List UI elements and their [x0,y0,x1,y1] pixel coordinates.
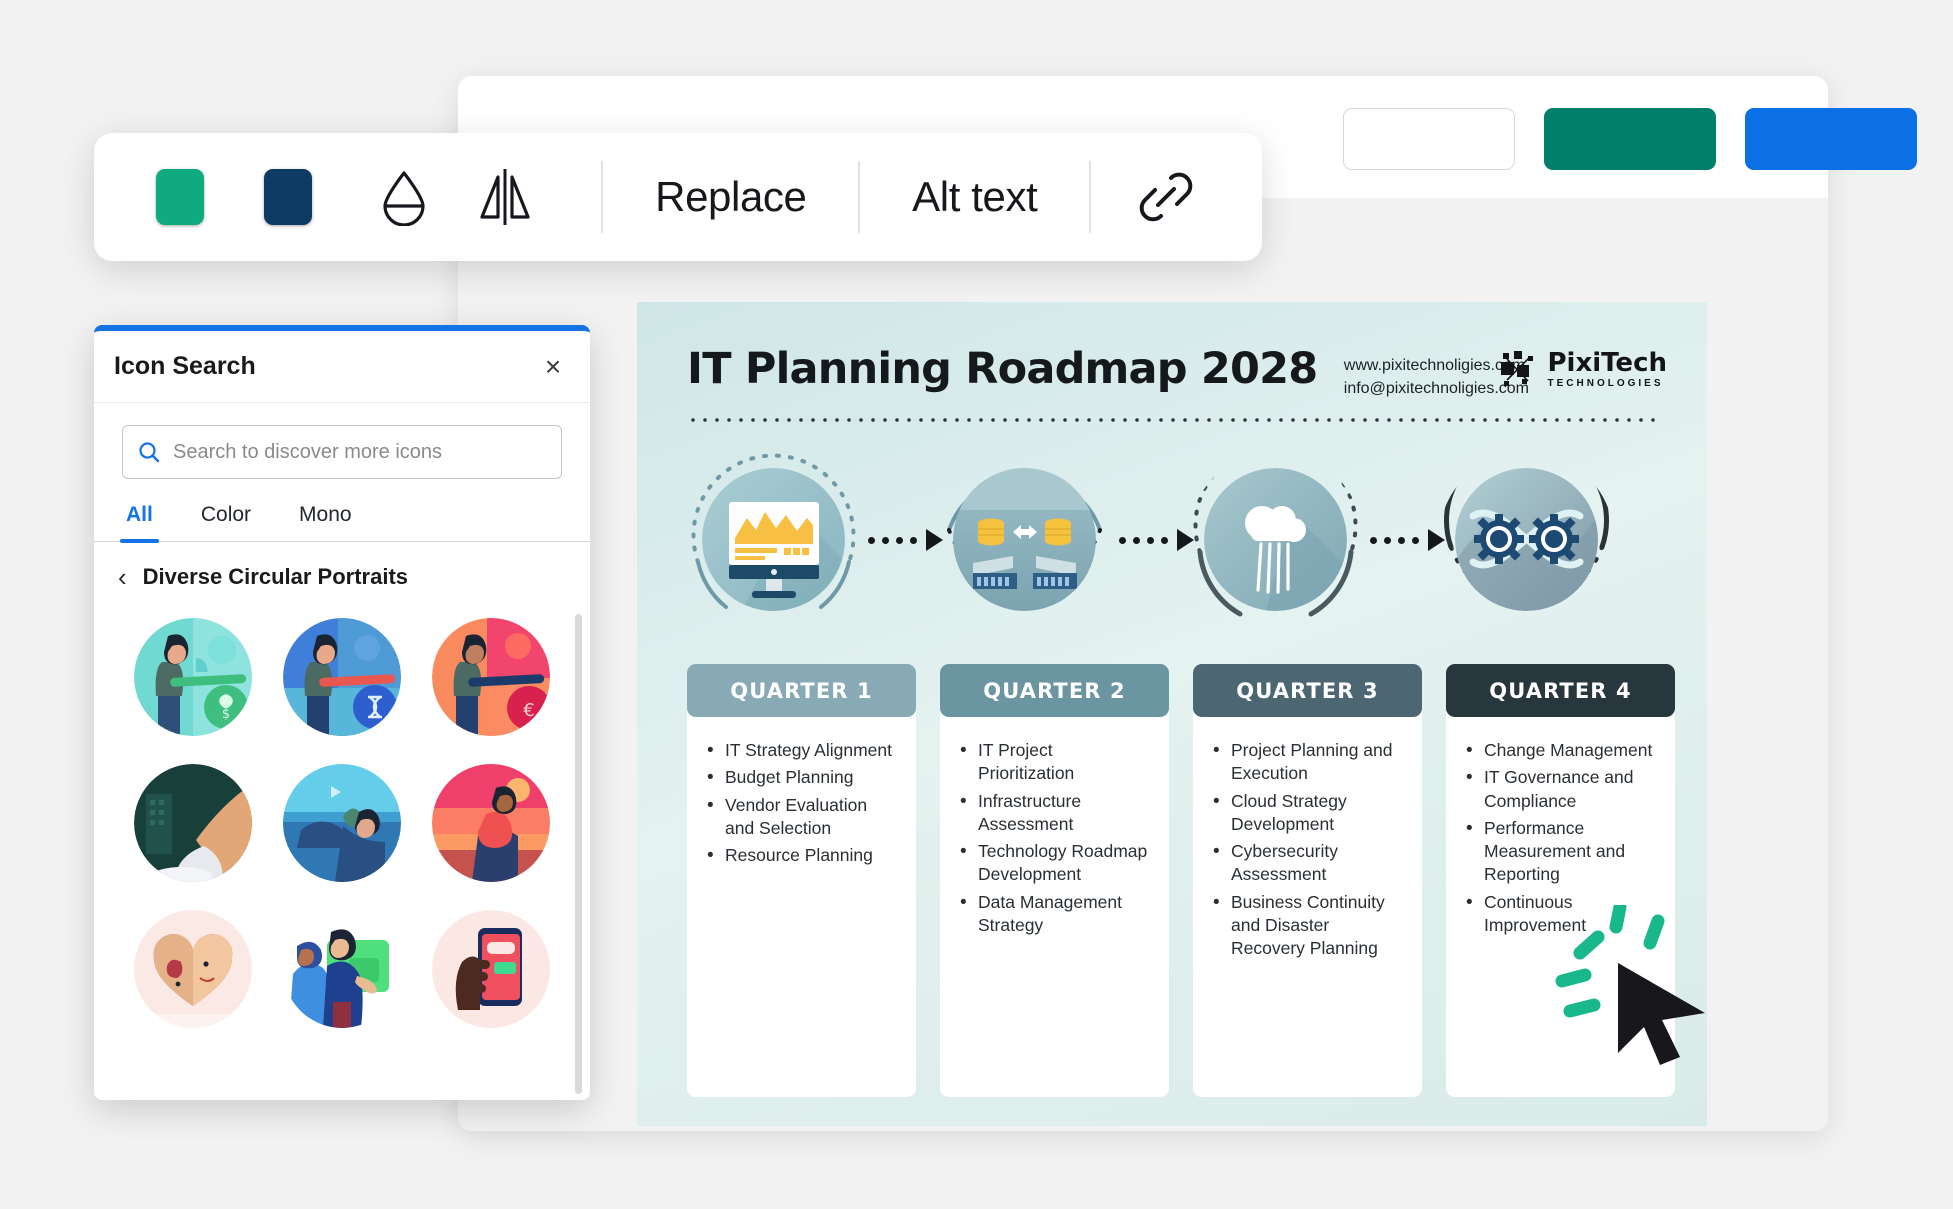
search-input[interactable] [173,440,547,464]
pixitech-logo: PixiTech TECHNOLOGIES [1498,347,1668,390]
icon-result-portrait-heart-faces[interactable] [134,910,253,1028]
arrow-2-3 [1119,529,1199,551]
screen: IT Planning Roadmap 2028 www.pixitechnol… [0,0,1953,1209]
cursor-arrow-icon [1618,963,1705,1065]
share-button[interactable] [1745,108,1917,170]
droplet-icon[interactable] [372,162,437,232]
header-button-group [1343,108,1917,170]
list-item: Business Continuity and Disaster Recover… [1209,890,1406,961]
icon-result-portrait-budget-plant[interactable]: $ [134,618,253,736]
monitor-chart-icon [702,468,845,611]
list-item: Change Management [1462,738,1659,764]
icon-search-title: Icon Search [114,352,256,380]
list-item: Project Planning and Execution [1209,738,1406,786]
infinity-gears-icon [1455,468,1598,611]
arrow-3-4 [1370,529,1450,551]
quarter-2-body: IT Project Prioritization Infrastructure… [940,711,1169,1097]
list-item: Technology Roadmap Development [956,839,1153,887]
tab-color[interactable]: Color [197,493,255,541]
toolbar-divider [858,161,861,233]
svg-text:$: $ [222,707,230,722]
ghost-button[interactable] [1343,108,1515,170]
logo-subtitle: TECHNOLOGIES [1547,377,1664,389]
list-item: Budget Planning [703,765,900,791]
quarter-card-2[interactable]: QUARTER 2 IT Project Prioritization Infr… [940,664,1169,1097]
icon-result-portrait-couple-green[interactable] [282,910,401,1028]
quarter-1-header: QUARTER 1 [687,664,916,717]
list-item: Performance Measurement and Reporting [1462,816,1659,887]
list-item: Resource Planning [703,843,900,869]
icon-result-portrait-sunset-sitting[interactable] [431,764,550,882]
roadmap-node-row [637,452,1707,627]
icon-result-portrait-phone-hand[interactable] [431,910,550,1028]
icon-search-panel: Icon Search × All Color Mono ‹ Diverse C… [94,325,590,1100]
cloud-rain-icon [1204,468,1347,611]
quarter-3-body: Project Planning and Execution Cloud Str… [1193,711,1422,1097]
list-item: Cloud Strategy Development [1209,789,1406,837]
icon-result-portrait-beach-wave[interactable] [282,764,401,882]
icon-search-header: Icon Search × [94,331,590,403]
list-item: IT Governance and Compliance [1462,765,1659,813]
arrow-1-2 [868,529,948,551]
icon-results-area: $ € [94,604,590,1100]
breadcrumb: ‹ Diverse Circular Portraits [94,542,590,604]
tab-mono[interactable]: Mono [295,493,356,541]
search-box[interactable] [122,425,562,479]
close-icon[interactable]: × [536,350,570,384]
search-icon [139,442,160,463]
quarter-4-header: QUARTER 4 [1446,664,1675,717]
logo-mark-icon [1500,351,1533,386]
list-item: Cybersecurity Assessment [1209,839,1406,887]
toolbar-divider [1089,161,1092,233]
quarter-2-header: QUARTER 2 [940,664,1169,717]
flip-horizontal-icon[interactable] [473,162,538,232]
list-item: Infrastructure Assessment [956,789,1153,837]
roadmap-node-1 [686,452,861,627]
roadmap-node-3 [1188,452,1363,627]
database-transfer-icon [953,468,1096,611]
quarter-1-body: IT Strategy Alignment Budget Planning Ve… [687,711,916,1097]
image-format-toolbar: Replace Alt text [94,133,1262,261]
icon-result-portrait-coin-sunset[interactable]: € [431,618,550,736]
icon-grid: $ € [94,604,590,1048]
mouse-cursor [1540,900,1730,1070]
replace-button[interactable]: Replace [631,173,830,221]
color-swatch-primary[interactable] [156,169,204,225]
list-item: Vendor Evaluation and Selection [703,793,900,841]
icon-grid-scrollbar[interactable] [575,614,582,1094]
icon-result-portrait-hourglass[interactable] [282,618,401,736]
list-item: IT Project Prioritization [956,738,1153,786]
roadmap-title: IT Planning Roadmap 2028 [687,344,1318,394]
icon-category-tabs: All Color Mono [94,493,590,543]
toolbar-divider [601,161,604,233]
tab-all[interactable]: All [120,493,159,543]
alt-text-button[interactable]: Alt text [888,173,1061,221]
color-swatch-secondary[interactable] [263,169,312,225]
link-icon[interactable] [1133,162,1198,232]
icon-result-portrait-sneaker-city[interactable] [134,764,253,882]
list-item: Data Management Strategy [956,890,1153,938]
list-item: IT Strategy Alignment [703,738,900,764]
quarter-card-1[interactable]: QUARTER 1 IT Strategy Alignment Budget P… [687,664,916,1097]
roadmap-node-2 [937,452,1112,627]
quarter-card-3[interactable]: QUARTER 3 Project Planning and Execution… [1193,664,1422,1097]
present-button[interactable] [1544,108,1716,170]
dotted-divider [687,418,1662,422]
breadcrumb-label: Diverse Circular Portraits [142,564,409,589]
svg-text:€: € [523,700,534,721]
logo-name: PixiTech [1547,347,1668,378]
chevron-left-icon[interactable]: ‹ [118,564,127,590]
quarter-3-header: QUARTER 3 [1193,664,1422,717]
roadmap-node-4 [1439,452,1614,627]
icon-search-field-wrap [94,403,590,493]
